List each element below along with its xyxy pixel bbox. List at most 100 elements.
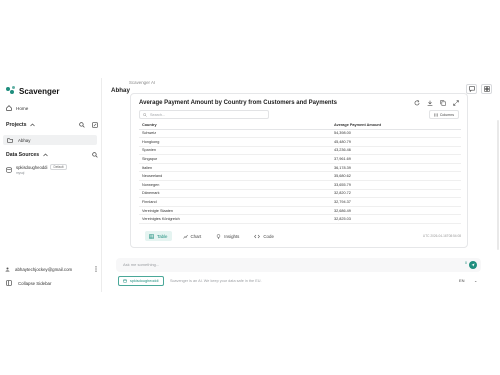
- table-cell: Singapur: [139, 154, 331, 164]
- table-cell: 32,820.72: [331, 189, 461, 199]
- table-cell: Spanien: [139, 146, 331, 156]
- chevron-down-icon[interactable]: ⌄: [474, 278, 477, 283]
- tab-chart[interactable]: Chart: [179, 231, 206, 241]
- refresh-icon[interactable]: [414, 100, 420, 106]
- tab-label: Insights: [224, 233, 240, 239]
- tab-code[interactable]: Code: [250, 231, 278, 241]
- data-sources-section-header: Data Sources: [6, 152, 98, 158]
- table-cell: 36,178.39: [331, 163, 461, 173]
- search-icon[interactable]: [92, 152, 98, 158]
- table-cell: Norwegen: [139, 180, 331, 190]
- tab-insights[interactable]: Insights: [212, 231, 243, 241]
- column-header[interactable]: Average Payment Amount: [331, 121, 461, 130]
- sidebar-item-home[interactable]: Home: [6, 105, 28, 111]
- collapse-label: Collapse Sidebar: [18, 280, 52, 286]
- message-composer[interactable]: Ask me something... 0: [116, 258, 481, 272]
- projects-section-header: Projects: [6, 122, 98, 128]
- table-cell: 45,480.79: [331, 137, 461, 147]
- table-cell: Finnland: [139, 197, 331, 207]
- table-cell: Vereinigtes Königreich: [139, 214, 331, 225]
- result-title: Average Payment Amount by Country from C…: [139, 100, 337, 106]
- data-source-type: mysql: [16, 171, 25, 175]
- table-search-input[interactable]: Search...: [139, 110, 269, 119]
- send-button[interactable]: [469, 261, 477, 269]
- default-badge: Default: [50, 164, 67, 170]
- user-email: abhaytechjockey@gmail.com: [15, 266, 73, 272]
- table-cell: Schweiz: [139, 129, 331, 139]
- table-row: Spanien 43,236.46: [139, 146, 461, 156]
- expand-icon[interactable]: [453, 100, 459, 106]
- table-cell: 54,398.00: [331, 129, 461, 139]
- columns-icon: [433, 112, 438, 117]
- database-icon: [123, 279, 127, 283]
- credit-count: 0: [465, 261, 467, 265]
- columns-button[interactable]: Columns: [428, 110, 459, 119]
- table-icon: [149, 233, 154, 239]
- table-cell: 33,655.79: [331, 180, 461, 190]
- datasource-selector[interactable]: spkisdougheoddi: [118, 276, 164, 286]
- project-label: Abhay: [18, 137, 31, 143]
- tab-label: Code: [263, 233, 274, 239]
- table-cell: Vereinigte Staaten: [139, 206, 331, 216]
- table-cell: Hongkong: [139, 137, 331, 147]
- table-cell: Italien: [139, 163, 331, 173]
- table-row: Schweiz 54,398.00: [139, 129, 461, 139]
- data-source-item[interactable]: spkisdougheoddi Default mysql: [6, 164, 67, 175]
- table-row: Norwegen 33,655.79: [139, 180, 461, 190]
- column-header[interactable]: Country: [139, 121, 331, 130]
- table-row: Finnland 32,794.37: [139, 197, 461, 207]
- table-header-row: Country Average Payment Amount: [139, 121, 461, 130]
- copy-icon[interactable]: [440, 100, 446, 106]
- table-cell: Dänemark: [139, 189, 331, 199]
- app-logo[interactable]: Scavenger: [6, 86, 59, 96]
- columns-label: Columns: [439, 112, 454, 117]
- table-cell: Neuseeland: [139, 171, 331, 182]
- table-row: Vereinigtes Königreich 32,825.03: [139, 214, 461, 225]
- app-name: Scavenger: [19, 86, 60, 96]
- page-title: Abhay: [111, 87, 130, 94]
- search-placeholder: Search...: [150, 112, 166, 117]
- sidebar-divider: [101, 78, 102, 292]
- table-row: Dänemark 32,820.72: [139, 189, 461, 199]
- result-timestamp: UTC 2026-04-16T08:54:08: [422, 234, 461, 238]
- more-icon[interactable]: [95, 266, 97, 272]
- table-row: Italien 36,178.39: [139, 163, 461, 173]
- ai-disclaimer: Scavenger is an AI. We keep your data sa…: [170, 279, 262, 283]
- collapse-sidebar-button[interactable]: Collapse Sidebar: [6, 280, 51, 286]
- table-cell: 32,794.37: [331, 197, 461, 207]
- user-account-row[interactable]: abhaytechjockey@gmail.com: [5, 266, 97, 272]
- search-icon: [143, 112, 147, 117]
- download-icon[interactable]: [427, 100, 433, 106]
- edit-icon[interactable]: [92, 122, 98, 128]
- code-icon: [254, 234, 261, 239]
- chevron-up-icon[interactable]: [30, 123, 36, 127]
- sidebar-item-label: Home: [16, 105, 29, 111]
- search-icon[interactable]: [79, 122, 85, 128]
- view-tabs: Table Chart Insights Code: [145, 231, 278, 241]
- folder-icon: [7, 137, 13, 143]
- breadcrumb[interactable]: Scavenger AI: [129, 80, 155, 85]
- home-icon: [6, 105, 12, 111]
- table-cell: 32,686.49: [331, 206, 461, 216]
- language-selector[interactable]: EN: [459, 278, 465, 283]
- tab-table[interactable]: Table: [145, 231, 172, 241]
- user-icon: [5, 267, 10, 272]
- send-icon: [471, 263, 475, 267]
- project-item-abhay[interactable]: Abhay: [3, 135, 97, 145]
- top-right-toolbar: [466, 84, 492, 94]
- table-cell: 43,236.46: [331, 146, 461, 156]
- chevron-up-icon[interactable]: [43, 153, 48, 157]
- data-source-name: spkisdougheoddi: [16, 164, 48, 170]
- chart-icon: [182, 234, 188, 239]
- lightbulb-icon: [216, 233, 221, 239]
- chat-icon[interactable]: [466, 84, 477, 94]
- tab-label: Table: [157, 233, 168, 239]
- scrollbar[interactable]: [497, 120, 499, 250]
- table-row: Neuseeland 35,680.62: [139, 171, 461, 182]
- datasource-chip-label: spkisdougheoddi: [130, 279, 159, 283]
- composer-placeholder: Ask me something...: [123, 262, 160, 267]
- layout-icon[interactable]: [481, 84, 492, 94]
- sidebar: [0, 0, 102, 375]
- table-row: Hongkong 45,480.79: [139, 137, 461, 147]
- table-cell: 37,961.69: [331, 154, 461, 164]
